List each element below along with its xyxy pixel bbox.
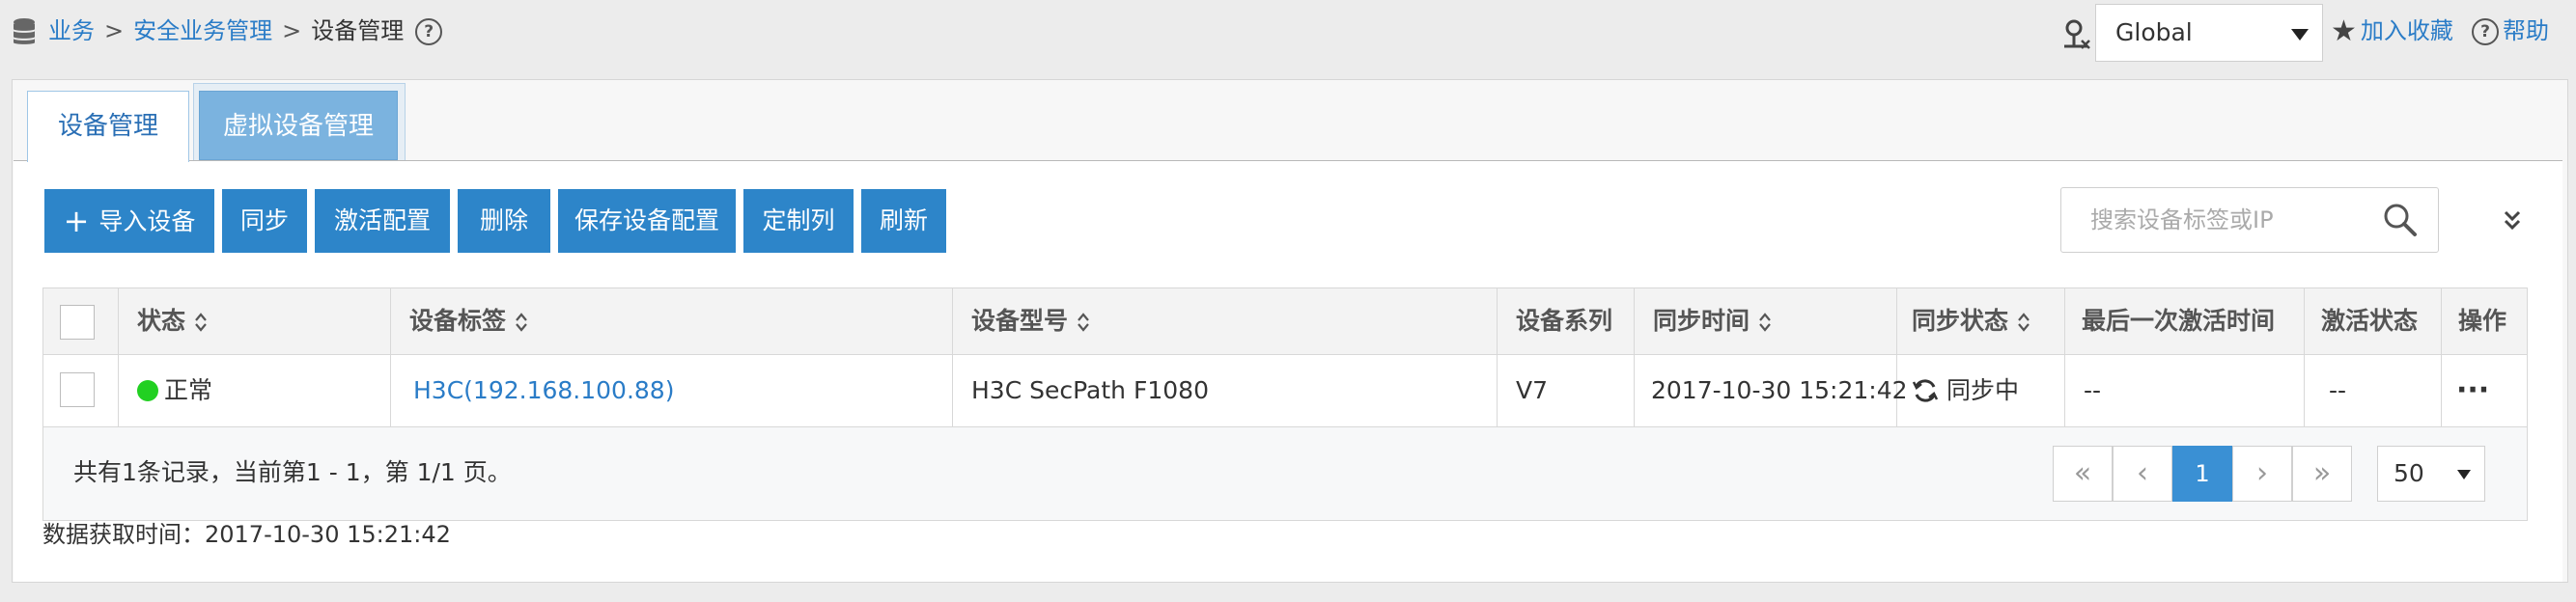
location-pin-icon: [2064, 19, 2090, 49]
custom-columns-button[interactable]: 定制列: [743, 189, 854, 253]
page-title: 设备管理: [311, 17, 405, 44]
search-box: [2060, 187, 2439, 253]
header-device-model-text: 设备型号: [971, 307, 1069, 335]
cell-device-model: H3C SecPath F1080: [971, 376, 1209, 404]
select-all-checkbox[interactable]: [60, 305, 95, 340]
tab-device-management[interactable]: 设备管理: [27, 91, 189, 162]
header-device-label-text: 设备标签: [409, 307, 507, 335]
sync-icon: [1912, 379, 1939, 402]
cell-status-text: 正常: [164, 376, 213, 404]
column-divider: [390, 288, 391, 426]
header-last-activation-time: 最后一次激活时间: [2082, 307, 2276, 335]
column-divider: [118, 288, 119, 426]
add-favorite-link[interactable]: ★ 加入收藏: [2331, 14, 2453, 49]
refresh-button[interactable]: 刷新: [861, 189, 946, 253]
breadcrumb-security-business[interactable]: 安全业务管理: [133, 17, 272, 44]
record-summary: 共有1条记录，当前第1 - 1，第 1/1 页。: [73, 458, 512, 486]
chevron-down-icon: [2291, 29, 2309, 41]
cell-sync-time: 2017-10-30 15:21:42: [1651, 376, 1908, 404]
header-sync-time[interactable]: 同步时间: [1653, 288, 1771, 354]
column-divider: [952, 288, 953, 426]
cell-sync-status-text: 同步中: [1946, 376, 2020, 404]
sort-icon: [516, 313, 527, 332]
plus-icon: +: [63, 203, 90, 239]
status-dot-icon: [137, 380, 158, 401]
last-page-button[interactable]: »: [2292, 446, 2352, 502]
sort-icon: [1759, 313, 1771, 332]
header-sync-time-text: 同步时间: [1653, 307, 1750, 335]
delete-button[interactable]: 删除: [458, 189, 550, 253]
header-device-label[interactable]: 设备标签: [409, 288, 527, 354]
next-page-button[interactable]: ›: [2232, 446, 2292, 502]
sync-button[interactable]: 同步: [222, 189, 307, 253]
row-checkbox[interactable]: [60, 372, 95, 407]
column-divider: [1634, 288, 1635, 426]
header-device-series: 设备系列: [1516, 307, 1613, 335]
star-icon: ★: [2331, 14, 2357, 48]
chevron-down-icon: [2457, 470, 2471, 479]
data-fetch-time: 数据获取时间：2017-10-30 15:21:42: [42, 521, 451, 548]
region-select[interactable]: Global: [2095, 4, 2323, 62]
cell-status: 正常: [137, 355, 212, 426]
search-icon[interactable]: [2382, 202, 2419, 238]
device-label-link[interactable]: H3C(192.168.100.88): [413, 376, 674, 404]
activate-config-button[interactable]: 激活配置: [315, 189, 450, 253]
header-status[interactable]: 状态: [137, 288, 207, 354]
breadcrumb: 业务 > 安全业务管理 > 设备管理?: [48, 14, 443, 48]
cell-device-label: H3C(192.168.100.88): [413, 355, 674, 426]
double-chevron-down-icon[interactable]: [2503, 208, 2522, 233]
column-divider: [2304, 288, 2305, 426]
sort-icon: [195, 313, 207, 332]
column-divider: [2441, 288, 2442, 426]
breadcrumb-separator: >: [104, 17, 125, 44]
import-device-button[interactable]: + 导入设备: [44, 189, 214, 253]
top-bar: 业务 > 安全业务管理 > 设备管理? Global ★ 加入收藏 ? 帮助: [0, 0, 2576, 66]
page-number-button[interactable]: 1: [2172, 446, 2232, 502]
cell-activation-status: --: [2329, 376, 2347, 404]
first-page-button[interactable]: «: [2053, 446, 2113, 502]
sort-icon: [1078, 313, 1089, 332]
header-activation-status: 激活状态: [2321, 307, 2419, 335]
add-favorite-label: 加入收藏: [2360, 17, 2453, 44]
prev-page-button[interactable]: ‹: [2113, 446, 2172, 502]
cell-last-activation-time: --: [2084, 376, 2102, 404]
help-label: 帮助: [2503, 17, 2549, 44]
cell-sync-status: 同步中: [1912, 355, 2019, 426]
help-link[interactable]: ? 帮助: [2472, 14, 2549, 48]
region-select-value: Global: [2115, 18, 2193, 46]
sort-icon: [2018, 313, 2030, 332]
help-icon: ?: [2472, 18, 2499, 45]
save-device-config-button[interactable]: 保存设备配置: [558, 189, 736, 253]
import-device-label: 导入设备: [98, 207, 196, 235]
breadcrumb-separator: >: [282, 17, 302, 44]
cell-device-series: V7: [1516, 376, 1549, 404]
header-actions: 操作: [2458, 307, 2507, 335]
page-size-select[interactable]: 50: [2377, 446, 2485, 502]
column-divider: [2064, 288, 2065, 426]
header-status-label: 状态: [137, 307, 186, 335]
search-input[interactable]: [2061, 188, 2401, 252]
breadcrumb-business[interactable]: 业务: [48, 17, 95, 44]
tab-virtual-device-management[interactable]: 虚拟设备管理: [199, 91, 398, 160]
more-actions-icon[interactable]: ···: [2456, 355, 2489, 426]
header-sync-status-text: 同步状态: [1912, 307, 2009, 335]
database-icon: [14, 18, 35, 44]
header-device-model[interactable]: 设备型号: [971, 288, 1089, 354]
page-size-value: 50: [2394, 459, 2424, 487]
header-sync-status[interactable]: 同步状态: [1912, 288, 2030, 354]
column-divider: [1497, 288, 1498, 426]
help-icon[interactable]: ?: [415, 18, 443, 45]
